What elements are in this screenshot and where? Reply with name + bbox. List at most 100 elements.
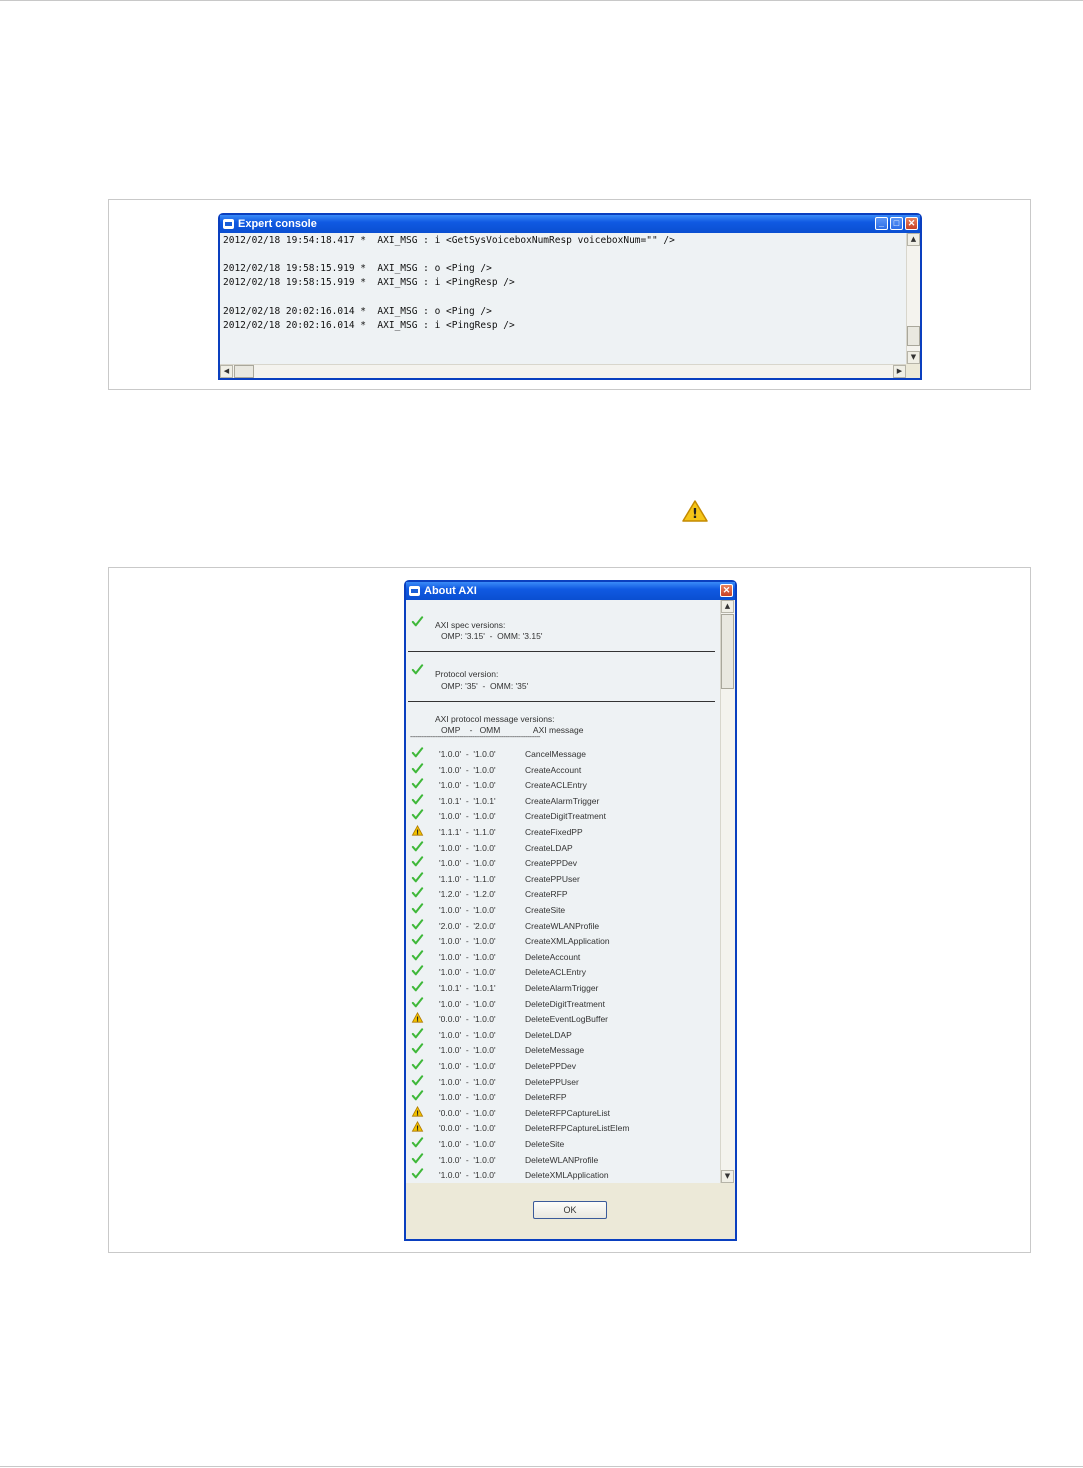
checkmark-icon (411, 918, 424, 929)
message-versions: '1.0.0' - '1.0.0' (439, 780, 496, 791)
message-name: DeleteEventLogBuffer (525, 1014, 609, 1025)
console-vertical-scrollbar[interactable]: ▲ ▼ (906, 233, 920, 364)
list-item: '1.1.0' - '1.1.0' CreatePPUser (406, 872, 706, 888)
list-item: '1.0.0' - '1.0.0' CreateXMLApplication (406, 934, 706, 950)
message-versions: '1.0.0' - '1.0.0' (439, 1029, 496, 1040)
message-name: CreateDigitTreatment (525, 811, 606, 822)
list-item: '1.0.0' - '1.0.0' CreateAccount (406, 762, 706, 779)
message-versions: '1.0.0' - '1.0.0' (439, 1092, 496, 1103)
message-name: DeleteDigitTreatment (525, 998, 605, 1009)
message-name: DeleteAlarmTrigger (525, 983, 599, 993)
svg-text:!: ! (416, 1125, 419, 1133)
message-versions: '1.0.1' - '1.0.1' (439, 983, 496, 993)
divider (408, 651, 715, 652)
message-versions: '1.0.0' - '1.0.0' (439, 1061, 496, 1071)
message-name: DeleteACLEntry (525, 967, 586, 978)
list-item: '1.0.0' - '1.0.0' CreateDigitTreatment (406, 809, 706, 825)
close-button[interactable]: ✕ (905, 217, 918, 230)
list-item: '1.0.0' - '1.0.0' DeleteMessage (406, 1043, 706, 1059)
horizontal-scroll-thumb[interactable] (234, 365, 254, 378)
message-versions: '1.0.0' - '1.0.0' (439, 967, 496, 978)
list-item: '1.0.0' - '1.0.0' DeleteDigitTreatment (406, 996, 706, 1013)
scroll-right-arrow-icon[interactable]: ▶ (893, 365, 906, 378)
message-versions: '1.2.0' - '1.2.0' (439, 889, 496, 900)
warning-icon: ! (411, 1105, 424, 1117)
checkmark-icon (411, 794, 424, 805)
checkmark-icon (411, 809, 424, 820)
about-axi-titlebar[interactable]: About AXI ✕ (406, 582, 735, 600)
list-item: '1.0.0' - '1.0.0' CancelMessage (406, 747, 706, 763)
message-versions: '0.0.0' - '1.0.0' (439, 1107, 496, 1118)
checkmark-icon (411, 1152, 424, 1163)
message-name: CreatePPUser (525, 873, 580, 884)
message-versions: '1.0.0' - '1.0.0' (439, 858, 496, 869)
expert-console-client: 2012/02/18 19:54:18.417 * AXI_MSG : i <G… (220, 233, 920, 378)
minimize-button[interactable]: _ (875, 217, 888, 230)
expert-console-window: Expert console _ □ ✕ 2012/02/18 19:54:18… (218, 213, 922, 380)
maximize-button[interactable]: □ (890, 217, 903, 230)
checkmark-icon (411, 1028, 424, 1039)
checkmark-icon (411, 840, 424, 851)
protocol-version-heading: Protocol version: (435, 669, 499, 679)
ok-button[interactable]: OK (533, 1201, 607, 1219)
checkmark-icon (411, 981, 424, 992)
console-output[interactable]: 2012/02/18 19:54:18.417 * AXI_MSG : i <G… (220, 233, 906, 364)
message-versions: '1.0.0' - '1.0.0' (439, 905, 496, 915)
list-item: '1.0.0' - '1.0.0' DeleteXMLApplication (406, 1168, 706, 1183)
message-name: CreateLDAP (525, 842, 573, 853)
scroll-down-arrow-icon[interactable]: ▼ (907, 351, 920, 364)
scroll-down-arrow-icon[interactable]: ▼ (721, 1170, 734, 1183)
spec-versions-heading: AXI spec versions: (435, 620, 506, 630)
checkmark-icon (411, 1043, 424, 1054)
list-item: '1.0.0' - '1.0.0' DeleteACLEntry (406, 965, 706, 981)
checkmark-icon (411, 762, 424, 773)
message-name: CancelMessage (525, 749, 586, 759)
list-item: ! '0.0.0' - '1.0.0' DeleteRFPCaptureListEl… (406, 1121, 706, 1137)
list-item: '1.0.0' - '1.0.0' CreatePPDev (406, 856, 706, 872)
app-icon (223, 219, 234, 229)
svg-text:!: ! (416, 828, 419, 836)
checkmark-icon (411, 950, 424, 961)
svg-text:!: ! (416, 1109, 419, 1117)
scroll-thumb[interactable] (907, 326, 920, 346)
console-horizontal-scrollbar[interactable]: ◀ ▶ (220, 364, 906, 378)
checkmark-icon (411, 664, 424, 675)
scroll-left-arrow-icon[interactable]: ◀ (220, 365, 233, 378)
message-name: CreateXMLApplication (525, 936, 610, 947)
checkmark-icon (411, 996, 424, 1007)
message-name: DeleteSite (525, 1139, 565, 1149)
list-item: '1.0.0' - '1.0.0' DeleteWLANProfile (406, 1152, 706, 1169)
message-versions: '1.0.0' - '1.0.0' (439, 1154, 496, 1165)
checkmark-icon (411, 903, 424, 914)
list-item: '1.0.0' - '1.0.0' CreateLDAP (406, 840, 706, 857)
message-name: DeleteLDAP (525, 1029, 572, 1040)
message-name: DeletePPDev (525, 1061, 577, 1071)
checkmark-icon (411, 778, 424, 789)
about-axi-client: AXI spec versions: OMP: '3.15' - OMM: '3.… (406, 600, 735, 1239)
message-versions: '1.1.1' - '1.1.0' (439, 827, 496, 837)
about-content: AXI spec versions: OMP: '3.15' - OMM: '3.… (406, 600, 720, 1183)
about-axi-figure-frame: About AXI ✕ AXI spec versions: OMP: '3.15… (108, 567, 1031, 1253)
about-scroll-area[interactable]: AXI spec versions: OMP: '3.15' - OMM: '3.… (406, 600, 735, 1183)
scroll-thumb[interactable] (721, 614, 734, 689)
message-versions: '1.0.0' - '1.0.0' (439, 1045, 496, 1056)
message-name: DeleteRFPCaptureListElem (525, 1123, 630, 1134)
close-button[interactable]: ✕ (720, 584, 733, 597)
scroll-up-arrow-icon[interactable]: ▲ (721, 600, 734, 613)
app-icon (409, 586, 420, 596)
about-vertical-scrollbar[interactable]: ▲ ▼ (720, 600, 735, 1183)
expert-console-titlebar[interactable]: Expert console _ □ ✕ (220, 215, 920, 233)
message-name: DeleteMessage (525, 1045, 585, 1056)
scroll-up-arrow-icon[interactable]: ▲ (907, 233, 920, 246)
message-versions: '1.0.0' - '1.0.0' (439, 1170, 496, 1181)
message-name: DeleteXMLApplication (525, 1170, 609, 1181)
checkmark-icon (411, 1059, 424, 1070)
message-versions: '1.0.0' - '1.0.0' (439, 749, 496, 759)
warning-icon: ! (411, 1012, 424, 1023)
console-line: 2012/02/18 19:58:15.919 * AXI_MSG : i <P… (223, 277, 515, 289)
message-versions: '1.0.0' - '1.0.0' (439, 764, 496, 775)
spec-versions-value: OMP: '3.15' - OMM: '3.15' (441, 631, 543, 641)
message-name: DeleteRFP (525, 1092, 567, 1103)
message-versions: '0.0.0' - '1.0.0' (439, 1014, 496, 1025)
message-name: CreatePPDev (525, 858, 577, 869)
